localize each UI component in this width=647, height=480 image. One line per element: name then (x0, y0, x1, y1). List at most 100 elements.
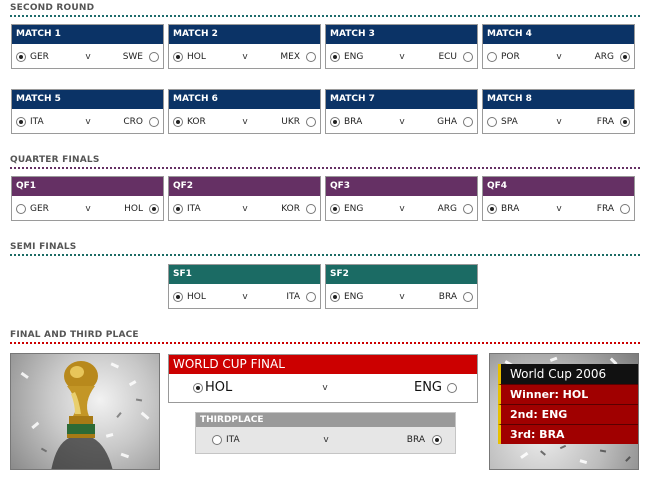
match-card: QF1 GER v HOL (11, 176, 164, 221)
match-label: MATCH 4 (483, 25, 634, 44)
versus: v (399, 204, 405, 214)
versus: v (556, 52, 562, 62)
match-row: GER v SWE (12, 44, 163, 69)
radio-team-a[interactable] (487, 52, 497, 62)
radio-team-b[interactable] (149, 117, 159, 127)
match-row: KOR v UKR (169, 109, 320, 134)
team-a: ITA (187, 204, 201, 214)
match-card: QF2 ITA v KOR (168, 176, 321, 221)
match-row: ITA v KOR (169, 196, 320, 221)
match-label: QF1 (12, 177, 163, 196)
match-card: MATCH 4 POR v ARG (482, 24, 635, 69)
team-a: KOR (187, 117, 206, 127)
team-a: ENG (344, 292, 364, 302)
team-a: ITA (30, 117, 44, 127)
radio-team-a[interactable] (487, 117, 497, 127)
versus: v (322, 383, 328, 393)
team-a: ENG (344, 52, 364, 62)
match-label: MATCH 6 (169, 90, 320, 109)
team-b: GHA (437, 117, 457, 127)
section-title-final-third: FINAL AND THIRD PLACE (10, 330, 139, 340)
radio-team-b[interactable] (620, 204, 630, 214)
radio-team-a[interactable] (173, 52, 183, 62)
radio-team-b[interactable] (620, 117, 630, 127)
versus: v (556, 204, 562, 214)
section-title-quarter-finals: QUARTER FINALS (10, 155, 100, 165)
match-row: GER v HOL (12, 196, 163, 221)
versus: v (85, 117, 91, 127)
third-place-label: THIRDPLACE (196, 413, 455, 427)
versus: v (242, 52, 248, 62)
match-card: QF3 ENG v ARG (325, 176, 478, 221)
trophy-icon (20, 361, 150, 469)
team-a: SPA (501, 117, 518, 127)
match-row: ITA v CRO (12, 109, 163, 134)
team-b: CRO (123, 117, 143, 127)
radio-team-a[interactable] (487, 204, 497, 214)
radio-team-a[interactable] (330, 292, 340, 302)
match-card: QF4 BRA v FRA (482, 176, 635, 221)
radio-team-b[interactable] (463, 204, 473, 214)
match-label: QF2 (169, 177, 320, 196)
versus: v (556, 117, 562, 127)
radio-final-team-a[interactable] (193, 383, 203, 393)
radio-team-a[interactable] (330, 117, 340, 127)
match-label: SF2 (326, 265, 477, 284)
team-b: ITA (286, 292, 300, 302)
radio-team-b[interactable] (306, 292, 316, 302)
radio-team-b[interactable] (306, 52, 316, 62)
team-b: ARG (437, 204, 457, 214)
match-card: MATCH 3 ENG v ECU (325, 24, 478, 69)
match-label: MATCH 2 (169, 25, 320, 44)
radio-team-b[interactable] (620, 52, 630, 62)
team-a: ENG (344, 204, 364, 214)
match-row: BRA v FRA (483, 196, 634, 221)
radio-team-a[interactable] (173, 292, 183, 302)
radio-team-b[interactable] (306, 117, 316, 127)
match-row: POR v ARG (483, 44, 634, 69)
radio-team-a[interactable] (173, 117, 183, 127)
team-a: HOL (187, 52, 206, 62)
radio-team-b[interactable] (463, 52, 473, 62)
radio-team-b[interactable] (306, 204, 316, 214)
radio-team-a[interactable] (16, 117, 26, 127)
radio-team-a[interactable] (16, 204, 26, 214)
radio-team-a[interactable] (330, 52, 340, 62)
world-cup-summary: World Cup 2006 Winner: HOL 2nd: ENG 3rd:… (498, 364, 638, 444)
match-card: MATCH 1 GER v SWE (11, 24, 164, 69)
match-card: MATCH 6 KOR v UKR (168, 89, 321, 134)
radio-team-a[interactable] (330, 204, 340, 214)
divider (10, 254, 640, 256)
versus: v (399, 52, 405, 62)
team-b: ARG (594, 52, 614, 62)
versus: v (399, 292, 405, 302)
radio-third-team-b[interactable] (432, 435, 442, 445)
third-place-row: ITA v BRA (196, 427, 455, 453)
match-row: SPA v FRA (483, 109, 634, 134)
match-card: MATCH 5 ITA v CRO (11, 89, 164, 134)
radio-team-b[interactable] (463, 292, 473, 302)
divider (10, 167, 640, 169)
radio-team-a[interactable] (173, 204, 183, 214)
third-team-b: BRA (406, 435, 425, 445)
match-card: SF1 HOL v ITA (168, 264, 321, 309)
radio-third-team-a[interactable] (212, 435, 222, 445)
match-row: ENG v BRA (326, 284, 477, 309)
match-card: SF2 ENG v BRA (325, 264, 478, 309)
match-label: MATCH 5 (12, 90, 163, 109)
radio-team-b[interactable] (149, 52, 159, 62)
match-row: HOL v MEX (169, 44, 320, 69)
match-label: QF3 (326, 177, 477, 196)
summary-third: 3rd: BRA (498, 424, 638, 444)
radio-team-a[interactable] (16, 52, 26, 62)
section-title-second-round: SECOND ROUND (10, 3, 95, 13)
versus: v (85, 204, 91, 214)
match-row: ENG v ECU (326, 44, 477, 69)
radio-team-b[interactable] (463, 117, 473, 127)
radio-final-team-b[interactable] (447, 383, 457, 393)
team-a: GER (30, 52, 49, 62)
third-place-card: THIRDPLACE ITA v BRA (195, 412, 456, 454)
match-label: MATCH 8 (483, 90, 634, 109)
team-a: BRA (344, 117, 363, 127)
radio-team-b[interactable] (149, 204, 159, 214)
